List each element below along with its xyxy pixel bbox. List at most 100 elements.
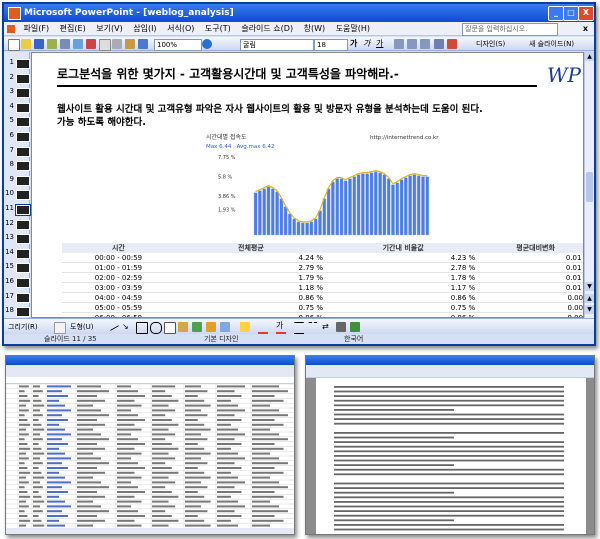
slide-thumbnail[interactable]: 12 [5,217,30,231]
cell-text-block [19,385,29,388]
undo-icon[interactable] [138,39,148,49]
cell-text-block [33,491,39,493]
new-slide-button[interactable]: 새 슬라이드(N) [529,37,574,51]
menu-format[interactable]: 서식(O) [163,22,198,36]
bullets-icon[interactable] [434,39,444,49]
shadow-icon[interactable] [336,322,346,332]
clipart-icon[interactable] [206,322,216,332]
slide-thumbnail[interactable]: 5 [5,114,30,128]
next-slide-icon[interactable]: ▼ [585,305,594,314]
picture-icon[interactable] [220,322,230,332]
previous-slide-icon[interactable]: ▲ [585,294,594,303]
slide-thumbnail[interactable]: 4 [5,100,30,114]
scroll-down-icon[interactable]: ▼ [585,282,594,291]
slide-thumbnail[interactable]: 15 [5,260,30,274]
menu-help[interactable]: 도움말(H) [332,22,374,36]
scroll-thumb[interactable] [586,172,593,202]
arrow-style-icon[interactable]: ⇄ [322,322,332,332]
slide-thumbnail[interactable]: 17 [5,290,30,304]
oval-icon[interactable] [150,322,162,334]
zoom-select[interactable]: 100% [154,39,202,51]
chart-bar [369,172,374,236]
align-left-icon[interactable] [394,39,404,49]
preview-icon[interactable] [73,39,83,49]
slide-thumbnail[interactable]: 2 [5,71,30,85]
new-icon[interactable] [8,39,20,51]
align-center-icon[interactable] [407,39,417,49]
slide-thumbnail[interactable]: 9 [5,173,30,187]
diagram-icon[interactable] [192,322,202,332]
line-icon[interactable] [106,319,120,332]
slide-thumbnail[interactable]: 10 [5,187,30,201]
slide-thumbnail[interactable]: 14 [5,246,30,260]
chart-bar [352,176,357,236]
status-slide-number: 슬라이드 11 / 35 [44,335,97,343]
menu-view[interactable]: 보기(V) [92,22,126,36]
vertical-scrollbar[interactable]: ▲ ▼ ▲ ▼ [584,52,594,318]
cell-period-ratio: 4.23 % [327,253,480,263]
cell-text-block [217,476,238,479]
slide-thumbnail[interactable]: 1 [5,56,30,70]
chart-bar [309,221,314,236]
font-size-select[interactable]: 18 [314,39,348,51]
arrow-icon[interactable]: ↘ [122,322,132,332]
select-pointer-icon[interactable] [54,322,66,334]
print-icon[interactable] [60,39,70,49]
minimize-button[interactable]: _ [548,6,564,21]
document-close-button[interactable]: x [583,22,588,36]
paste-icon[interactable] [125,39,135,49]
font-select[interactable]: 굴림 [240,39,314,51]
menu-file[interactable]: 파일(F) [20,22,54,36]
align-right-icon[interactable] [420,39,430,49]
cell-text-block [47,515,68,517]
help-icon[interactable] [202,39,212,49]
underline-icon[interactable]: 가 [376,39,386,49]
save-icon[interactable] [34,39,44,49]
cell-text-block [77,505,101,508]
menu-insert[interactable]: 삽입(I) [129,22,160,36]
slide-thumbnail[interactable]: 16 [5,275,30,289]
cell-text-block [185,467,198,469]
design-button[interactable]: 디자인(S) [476,37,505,51]
menu-edit[interactable]: 편집(E) [56,22,90,36]
slide-thumbnail[interactable]: 18 [5,304,30,318]
open-icon[interactable] [21,39,31,49]
bold-icon[interactable]: 가 [350,39,360,49]
copy-icon[interactable] [112,39,122,49]
cell-text-block [217,452,238,455]
wordart-icon[interactable] [178,322,188,332]
menu-window[interactable]: 창(W) [300,22,330,36]
cell-text-block [33,471,42,474]
slide-thumbnail[interactable]: 11 [5,202,31,216]
italic-icon[interactable]: 가 [363,39,373,49]
autoshapes-button[interactable]: 도형(U) [70,319,93,335]
cell-change-value: 0.01 [565,253,582,262]
slide-thumbnail[interactable]: 8 [5,158,30,172]
slide-thumbnail[interactable]: 13 [5,231,30,245]
cut-icon[interactable] [99,39,111,51]
cell-overall-average: 0.75 % [174,302,328,313]
permission-icon[interactable] [47,39,57,49]
slide-thumbnail[interactable]: 7 [5,144,30,158]
close-button[interactable]: X [578,6,594,21]
3d-style-icon[interactable] [350,322,360,332]
spelling-icon[interactable] [86,39,96,49]
cell-text-block [252,428,270,431]
slide-thumbnail[interactable]: 6 [5,129,30,143]
fill-color-icon[interactable] [240,322,250,332]
scroll-up-icon[interactable]: ▲ [585,52,594,61]
rectangle-icon[interactable] [136,322,148,334]
help-search-input[interactable]: 질문을 입력하십시오. [462,23,558,36]
document-icon [7,25,15,33]
menu-tools[interactable]: 도구(T) [201,22,235,36]
font-color-icon[interactable] [447,39,457,49]
textbox-icon[interactable] [164,322,176,334]
dash-style-icon[interactable] [308,322,318,333]
cell-text-block [47,510,62,513]
menu-slideshow[interactable]: 슬라이드 쇼(D) [237,22,297,36]
maximize-button[interactable]: □ [563,6,579,21]
draw-menu-button[interactable]: 그리기(R) [8,319,38,335]
cell-text-block [217,423,231,426]
slide-thumbnail[interactable]: 3 [5,85,30,99]
cell-period-ratio-value: 1.17 % [450,283,476,292]
